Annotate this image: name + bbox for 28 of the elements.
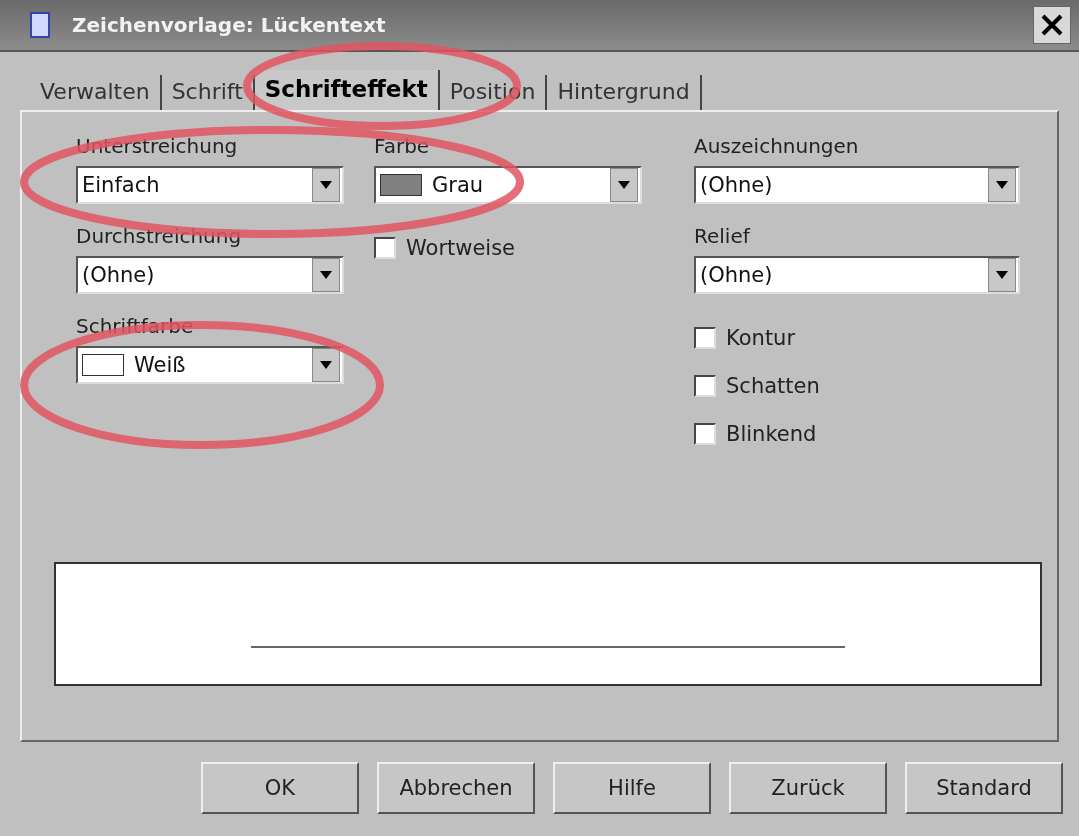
dropdown[interactable]: (Ohne) — [76, 256, 344, 294]
field-label: Auszeichnungen — [694, 134, 860, 158]
field-label: Relief — [694, 224, 752, 248]
checkbox-label: Kontur — [726, 326, 796, 350]
checkbox[interactable] — [374, 237, 396, 259]
checkbox[interactable] — [694, 423, 716, 445]
dialog-button[interactable]: OK — [201, 762, 359, 814]
close-icon[interactable] — [1033, 6, 1071, 44]
dropdown[interactable]: (Ohne) — [694, 256, 1020, 294]
checkbox-label: Blinkend — [726, 422, 817, 446]
dialog-button[interactable]: Zurück — [729, 762, 887, 814]
checkbox[interactable] — [694, 375, 716, 397]
field-label: Schriftfarbe — [76, 314, 195, 338]
dialog-button[interactable]: Hilfe — [553, 762, 711, 814]
window-title: Zeichenvorlage: Lückentext — [72, 13, 387, 37]
field-label: Durchstreichung — [76, 224, 243, 248]
checkbox[interactable] — [694, 327, 716, 349]
checkbox-label: Wortweise — [406, 236, 516, 260]
dropdown[interactable]: Einfach — [76, 166, 344, 204]
field-label: Farbe — [374, 134, 431, 158]
document-icon — [30, 12, 50, 38]
checkbox-label: Schatten — [726, 374, 820, 398]
dialog-button[interactable]: Standard — [905, 762, 1063, 814]
dropdown[interactable]: Grau — [374, 166, 642, 204]
tab[interactable]: Schrifteffekt — [254, 70, 440, 110]
dropdown[interactable]: (Ohne) — [694, 166, 1020, 204]
dropdown[interactable]: Weiß — [76, 346, 344, 384]
dialog-button[interactable]: Abbrechen — [377, 762, 535, 814]
